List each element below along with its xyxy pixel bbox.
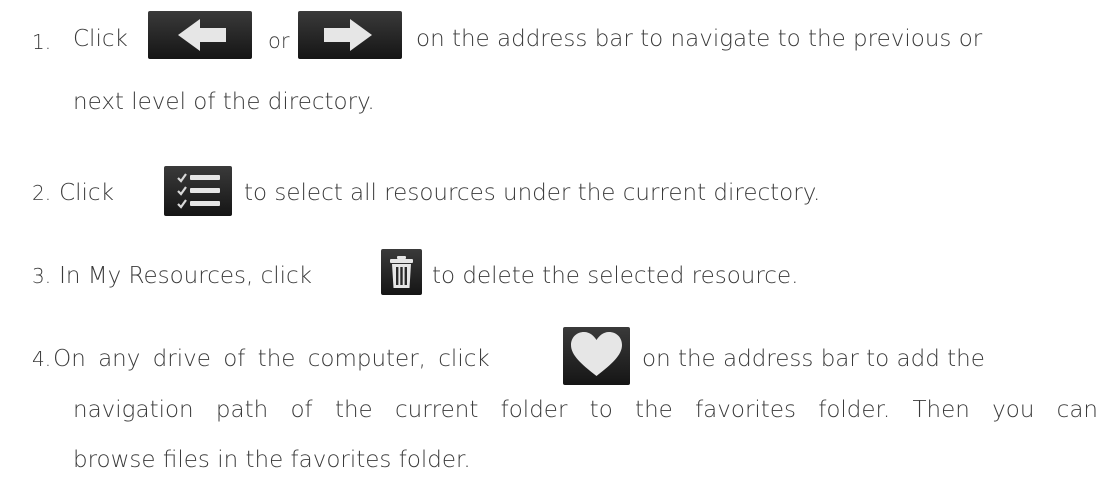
step-1-line: 1. [32, 25, 52, 54]
step-1-rest: on the address bar to navigate to the pr… [416, 26, 983, 52]
step-3-rest: to delete the selected resource. [432, 263, 799, 289]
step-1-or: or [268, 29, 290, 53]
step-4-line: 4. On any drive of the computer, click [32, 346, 490, 372]
arrow-left-icon [178, 19, 226, 51]
step-number: 4. [32, 347, 52, 371]
step-4-continuation-1: navigation path of the current folder to… [73, 397, 1098, 423]
select-all-button [164, 166, 232, 216]
step-3-line: 3. In My Resources, click [32, 263, 313, 289]
step-2-rest: to select all resources under the curren… [244, 180, 821, 206]
delete-button [381, 249, 422, 295]
arrow-right-icon [324, 19, 372, 51]
step-4-rest: on the address bar to add the [642, 346, 985, 372]
heart-icon [571, 332, 622, 376]
step-1-click-text: Click [73, 25, 128, 53]
forward-button [298, 11, 402, 59]
step-number: 2. [32, 181, 52, 205]
step-number: 3. [32, 264, 52, 288]
step-number: 1. [32, 30, 52, 54]
step-text: Click [73, 26, 128, 52]
back-button [148, 11, 252, 59]
step-4-continuation-2: browse files in the favorites folder. [73, 447, 471, 473]
select-all-list-icon [177, 173, 220, 209]
favorite-button [563, 327, 630, 385]
step-2-line: 2. Click [32, 180, 114, 206]
step-1-continuation: next level of the directory. [73, 89, 375, 115]
trash-icon [390, 256, 413, 288]
